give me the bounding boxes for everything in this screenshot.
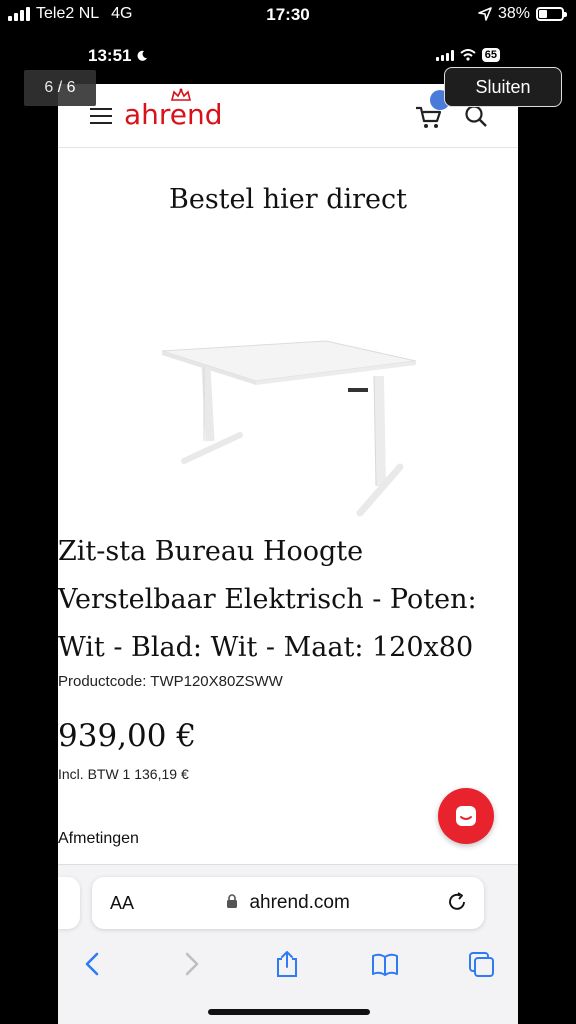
product-title: Zit-sta Bureau Hoogte Verstelbaar Elektr… <box>58 536 477 663</box>
address-bar[interactable]: AA ahrend.com <box>92 877 484 929</box>
chat-button[interactable] <box>438 788 494 844</box>
outer-status-bar: Tele2 NL 4G 17:30 38% <box>0 0 576 30</box>
inner-time-text: 13:51 <box>88 46 132 65</box>
battery-percent: 38% <box>497 5 530 22</box>
tabs-icon[interactable] <box>466 949 496 979</box>
inner-battery-icon: 65 <box>481 48 500 62</box>
location-icon <box>478 7 492 21</box>
url-display[interactable]: ahrend.com <box>92 892 484 914</box>
inner-status-right: 65 <box>435 48 500 62</box>
ahrend-logo[interactable]: ahrend <box>124 88 258 136</box>
image-counter: 6 / 6 <box>24 70 96 106</box>
previous-tab-stub[interactable] <box>58 877 80 929</box>
moon-icon <box>137 50 148 61</box>
price-incl-vat: Incl. BTW 1 136,19 € <box>58 766 189 782</box>
wifi-icon <box>460 49 476 61</box>
reload-icon[interactable] <box>446 891 468 913</box>
dimensions-heading[interactable]: Afmetingen <box>58 830 139 848</box>
lock-icon <box>227 894 238 908</box>
menu-icon[interactable] <box>90 108 112 124</box>
bookmarks-icon[interactable] <box>370 949 400 979</box>
browser-toolbar <box>58 943 518 987</box>
chat-icon <box>456 806 476 826</box>
forward-icon[interactable] <box>176 949 206 979</box>
cart-icon[interactable] <box>414 102 444 130</box>
product-price: 939,00 € <box>58 718 197 754</box>
inner-signal-icon <box>435 49 454 61</box>
browser-bottom-bar: AA ahrend.com <box>58 864 518 1024</box>
search-icon[interactable] <box>464 104 488 128</box>
battery-icon <box>536 7 567 21</box>
order-heading: Bestel hier direct <box>169 184 407 215</box>
product-image[interactable] <box>154 339 424 524</box>
product-code: Productcode: TWP120X80ZSWW <box>58 673 283 690</box>
inner-status-time: 13:51 <box>88 46 148 66</box>
web-page: ahrend Bestel hier direct Zit-sta Bureau… <box>58 84 518 1024</box>
back-icon[interactable] <box>78 949 108 979</box>
status-right-group: 38% <box>478 5 567 23</box>
share-icon[interactable] <box>272 949 302 979</box>
close-button[interactable]: Sluiten <box>444 67 562 107</box>
logo-text: ahrend <box>124 98 223 131</box>
url-text: ahrend.com <box>249 892 350 913</box>
home-indicator <box>208 1009 370 1015</box>
